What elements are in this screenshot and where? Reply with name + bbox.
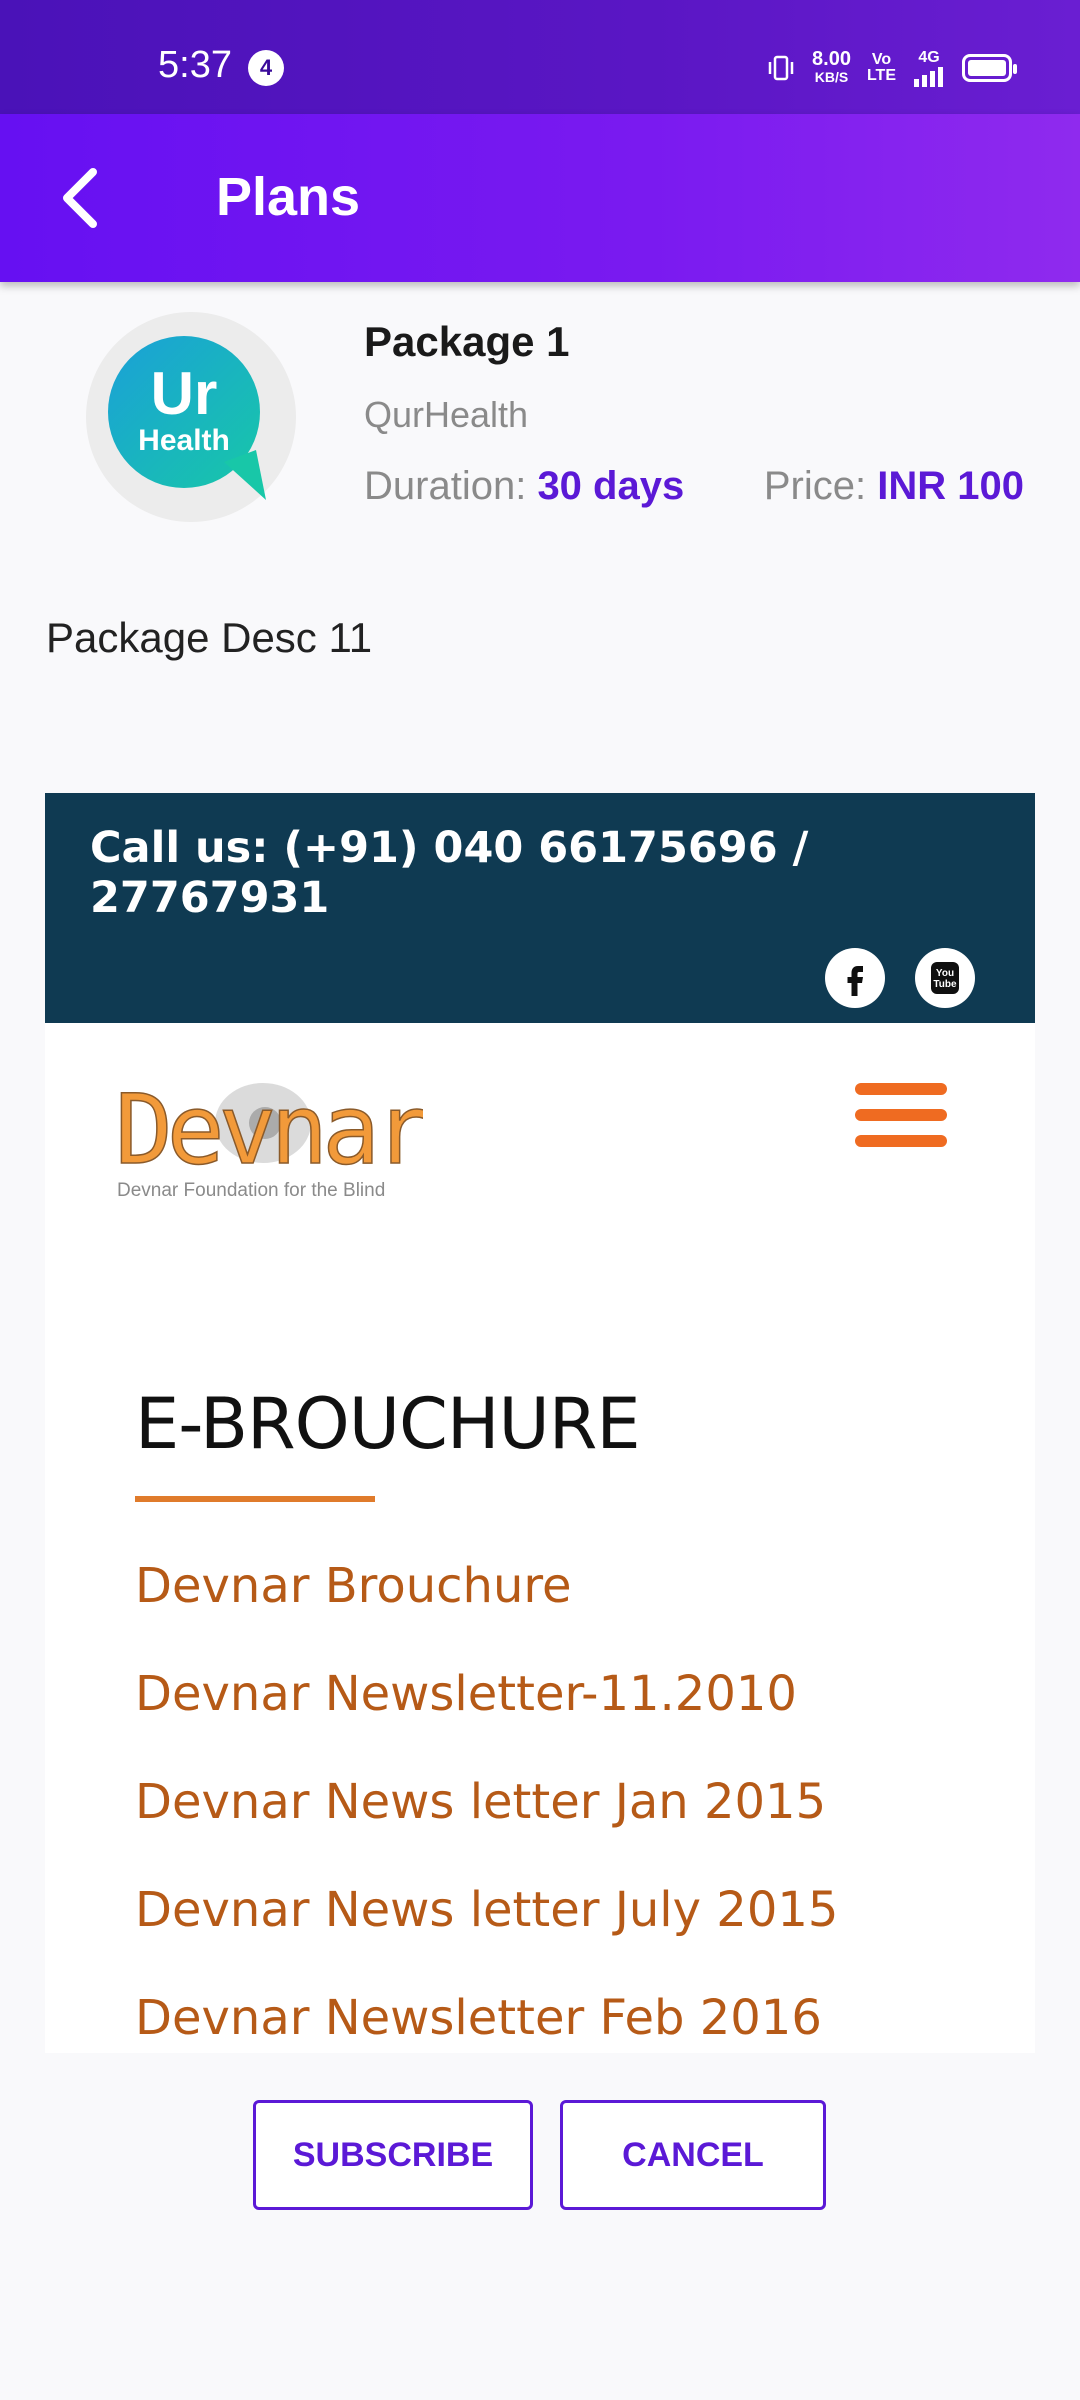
facebook-button[interactable]: [825, 948, 885, 1008]
section-title: E-BROUCHURE: [135, 1383, 641, 1465]
package-description: Package Desc 11: [46, 614, 373, 661]
back-button[interactable]: [40, 158, 120, 238]
battery-icon: [962, 54, 1017, 82]
volte-bottom: LTE: [866, 67, 896, 84]
signal-icon: [914, 67, 943, 87]
logo-text-top: Ur: [151, 360, 218, 427]
devnar-logo-image: Devnar Devnar Foundation for the Blind: [114, 1073, 435, 1201]
page-title: Plans: [216, 167, 361, 227]
newsletter-link[interactable]: Devnar Newsletter-11.2010: [135, 1666, 797, 1722]
price: Price: INR 100: [764, 464, 1024, 509]
package-name: Package 1: [364, 318, 570, 365]
youtube-text-bottom: Tube: [933, 979, 957, 990]
chevron-left-icon: [63, 168, 97, 228]
logo-text-bottom: Health: [138, 424, 230, 457]
cancel-button[interactable]: CANCEL: [560, 2100, 826, 2210]
web-topbar: Call us: (+91) 040 66175696 / 27767931 Y…: [45, 793, 1035, 1023]
status-time: 5:37: [158, 44, 232, 86]
menu-bar-1: [855, 1083, 947, 1095]
vibrate-icon: [768, 55, 794, 81]
qurhealth-logo-icon: Ur Health: [108, 336, 266, 500]
facebook-icon: [847, 966, 863, 996]
duration-label: Duration:: [364, 464, 527, 508]
package-meta: Duration: 30 days Price: INR 100: [364, 464, 1024, 509]
package-provider: QurHealth: [364, 394, 529, 435]
newsletter-link[interactable]: Devnar News letter July 2015: [135, 1882, 838, 1938]
newsletter-link[interactable]: Devnar News letter Jan 2015: [135, 1774, 826, 1830]
brochure-link[interactable]: Devnar Brouchure: [135, 1558, 572, 1614]
provider-logo: Ur Health: [86, 312, 296, 522]
youtube-text-top: You: [936, 968, 954, 979]
devnar-logo[interactable]: Devnar Devnar Foundation for the Blind: [113, 1068, 435, 1208]
notification-badge: 4: [248, 50, 284, 86]
volte-indicator: Vo LTE: [867, 52, 896, 84]
menu-button[interactable]: [855, 1083, 947, 1147]
section-divider: [135, 1496, 375, 1502]
signal-type: 4G: [918, 49, 940, 66]
logo-wordmark: Devnar: [115, 1074, 423, 1186]
network-speed-unit: KB/S: [814, 69, 849, 85]
menu-bar-3: [855, 1135, 947, 1147]
signal-indicator: 4G: [912, 49, 946, 87]
app-bar: Plans: [0, 114, 1080, 282]
call-us-text: Call us: (+91) 040 66175696 / 27767931: [90, 823, 809, 923]
network-speed: 8.00 KB/S: [812, 48, 851, 86]
volte-top: Vo: [871, 51, 892, 68]
network-speed-value: 8.00: [812, 48, 851, 70]
youtube-icon: You Tube: [931, 962, 959, 994]
package-webview[interactable]: Call us: (+91) 040 66175696 / 27767931 Y…: [45, 793, 1035, 2053]
newsletter-link[interactable]: Devnar Newsletter Feb 2016: [135, 1990, 822, 2046]
menu-bar-2: [855, 1109, 947, 1121]
status-bar: 5:37 4 8.00 KB/S Vo LTE 4G: [0, 0, 1080, 114]
youtube-button[interactable]: You Tube: [915, 948, 975, 1008]
subscribe-button[interactable]: SUBSCRIBE: [253, 2100, 533, 2210]
logo-tagline: Devnar Foundation for the Blind: [117, 1180, 385, 1201]
price-label: Price:: [763, 464, 867, 508]
status-icons: 8.00 KB/S Vo LTE 4G: [766, 46, 1017, 90]
duration-value: 30 days: [537, 464, 685, 508]
price-value: INR 100: [877, 464, 1024, 508]
